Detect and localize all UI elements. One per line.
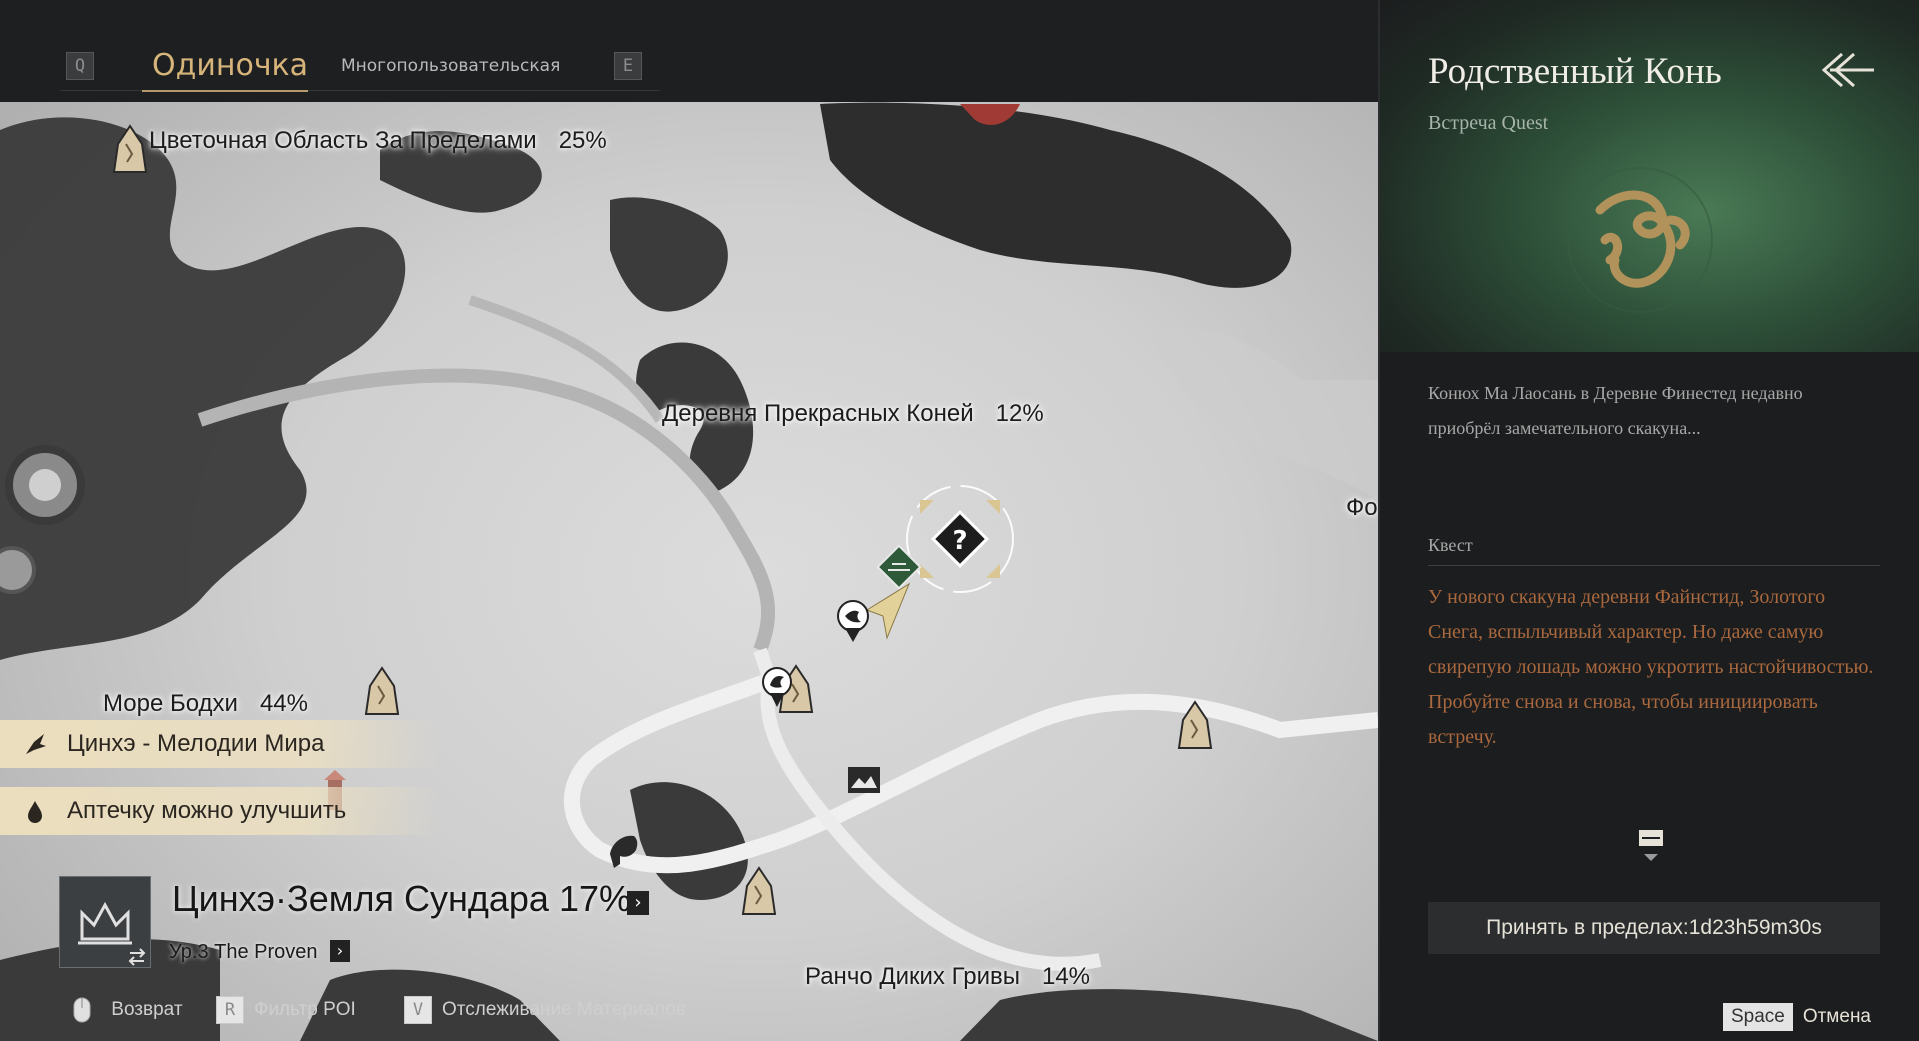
dragon-waypoint-icon[interactable]	[760, 665, 794, 709]
region-percent: 44%	[259, 690, 308, 717]
notice-melodies[interactable]: Цинхэ - Мелодии Мира	[0, 720, 440, 768]
quest-title: Родственный Конь	[1428, 51, 1722, 92]
quest-emblem-icon	[1567, 167, 1713, 313]
next-tab-key[interactable]: E	[614, 52, 642, 80]
back-arrow-icon[interactable]	[1818, 48, 1876, 92]
prev-tab-key[interactable]: Q	[66, 52, 94, 80]
hint-label: Возврат	[111, 999, 183, 1021]
region-label-flower-area[interactable]: Цветочная Область За Пределами 25%	[149, 127, 607, 155]
region-label-wild-mane-ranch[interactable]: Ранчо Диких Гривы 14%	[805, 963, 1090, 991]
region-detail-arrow-icon[interactable]: ›	[627, 891, 649, 915]
hint-key: R	[216, 996, 244, 1024]
stele-marker-icon[interactable]	[1177, 700, 1213, 752]
notice-text: Цинхэ - Мелодии Мира	[67, 730, 325, 757]
stele-marker-icon[interactable]	[364, 666, 400, 718]
map-tab-bar: Q Одиночка Многопользовательская E	[0, 0, 1378, 102]
svg-text:?: ?	[952, 526, 967, 556]
quest-description: У нового скакуна деревни Файнстид, Золот…	[1428, 586, 1874, 748]
region-card[interactable]	[59, 876, 151, 968]
bird-waypoint-icon[interactable]	[835, 598, 871, 644]
medkit-icon	[28, 801, 42, 823]
tab-active-indicator	[142, 90, 308, 92]
region-name: Море Бодхи	[103, 690, 238, 717]
hint-label: Отслеживание Материалов	[442, 999, 686, 1021]
mouse-icon	[73, 997, 91, 1023]
hint-key: V	[404, 996, 432, 1024]
world-map[interactable]: Q Одиночка Многопользовательская E Цвето…	[0, 0, 1378, 1041]
region-level: Ур.3 The Proven	[169, 941, 318, 963]
bird-icon	[26, 734, 46, 754]
tab-multiplayer[interactable]: Многопользовательская	[341, 56, 560, 76]
region-name: Ранчо Диких Гривы	[805, 963, 1020, 990]
scroll-down-icon[interactable]	[1638, 828, 1664, 864]
tab-single[interactable]: Одиночка	[152, 48, 308, 83]
hint-poi-filter[interactable]: R Фильтр POI	[216, 996, 356, 1024]
section-divider	[1428, 565, 1880, 566]
region-label-bodhi-sea[interactable]: Море Бодхи 44%	[103, 690, 308, 718]
region-title: Цинхэ·Земля Сундара 17%	[172, 878, 631, 919]
region-percent: 25%	[558, 127, 607, 154]
player-position-arrow-icon	[865, 582, 911, 640]
cancel-label: Отмена	[1802, 1006, 1871, 1027]
region-label-edge[interactable]: Фо	[1346, 494, 1378, 522]
region-percent: 12%	[995, 400, 1044, 427]
crown-icon	[78, 901, 146, 966]
stele-marker-icon[interactable]	[112, 124, 148, 176]
cancel-action[interactable]: Space Отмена	[1722, 1003, 1871, 1031]
quest-detail-panel: Родственный Конь Встреча Quest Конюх Ма …	[1378, 0, 1919, 1041]
hint-material-tracking[interactable]: V Отслеживание Материалов	[404, 996, 686, 1024]
quest-section-label: Квест	[1428, 535, 1473, 555]
region-name: Цветочная Область За Пределами	[149, 127, 537, 154]
space-key: Space	[1722, 1003, 1793, 1031]
quest-intro: Конюх Ма Лаосань в Деревне Финестед неда…	[1428, 383, 1803, 438]
hint-label: Фильтр POI	[254, 999, 356, 1021]
accept-timer-button[interactable]: Принять в пределах:1d23h59m30s	[1428, 902, 1880, 954]
notice-text: Аптечку можно улучшить	[67, 797, 347, 824]
notice-medkit[interactable]: Аптечку можно улучшить	[0, 787, 440, 835]
region-label-horse-village[interactable]: Деревня Прекрасных Коней 12%	[662, 400, 1044, 428]
hint-back[interactable]: Возврат	[72, 996, 183, 1024]
level-detail-arrow-icon[interactable]: ›	[330, 940, 350, 962]
region-name: Деревня Прекрасных Коней	[662, 400, 974, 427]
quest-subtitle: Встреча Quest	[1428, 112, 1549, 134]
horse-head-icon[interactable]	[604, 832, 642, 872]
region-percent: 14%	[1041, 963, 1091, 990]
scenery-photo-icon[interactable]	[847, 766, 881, 794]
stele-marker-icon[interactable]	[741, 866, 777, 918]
